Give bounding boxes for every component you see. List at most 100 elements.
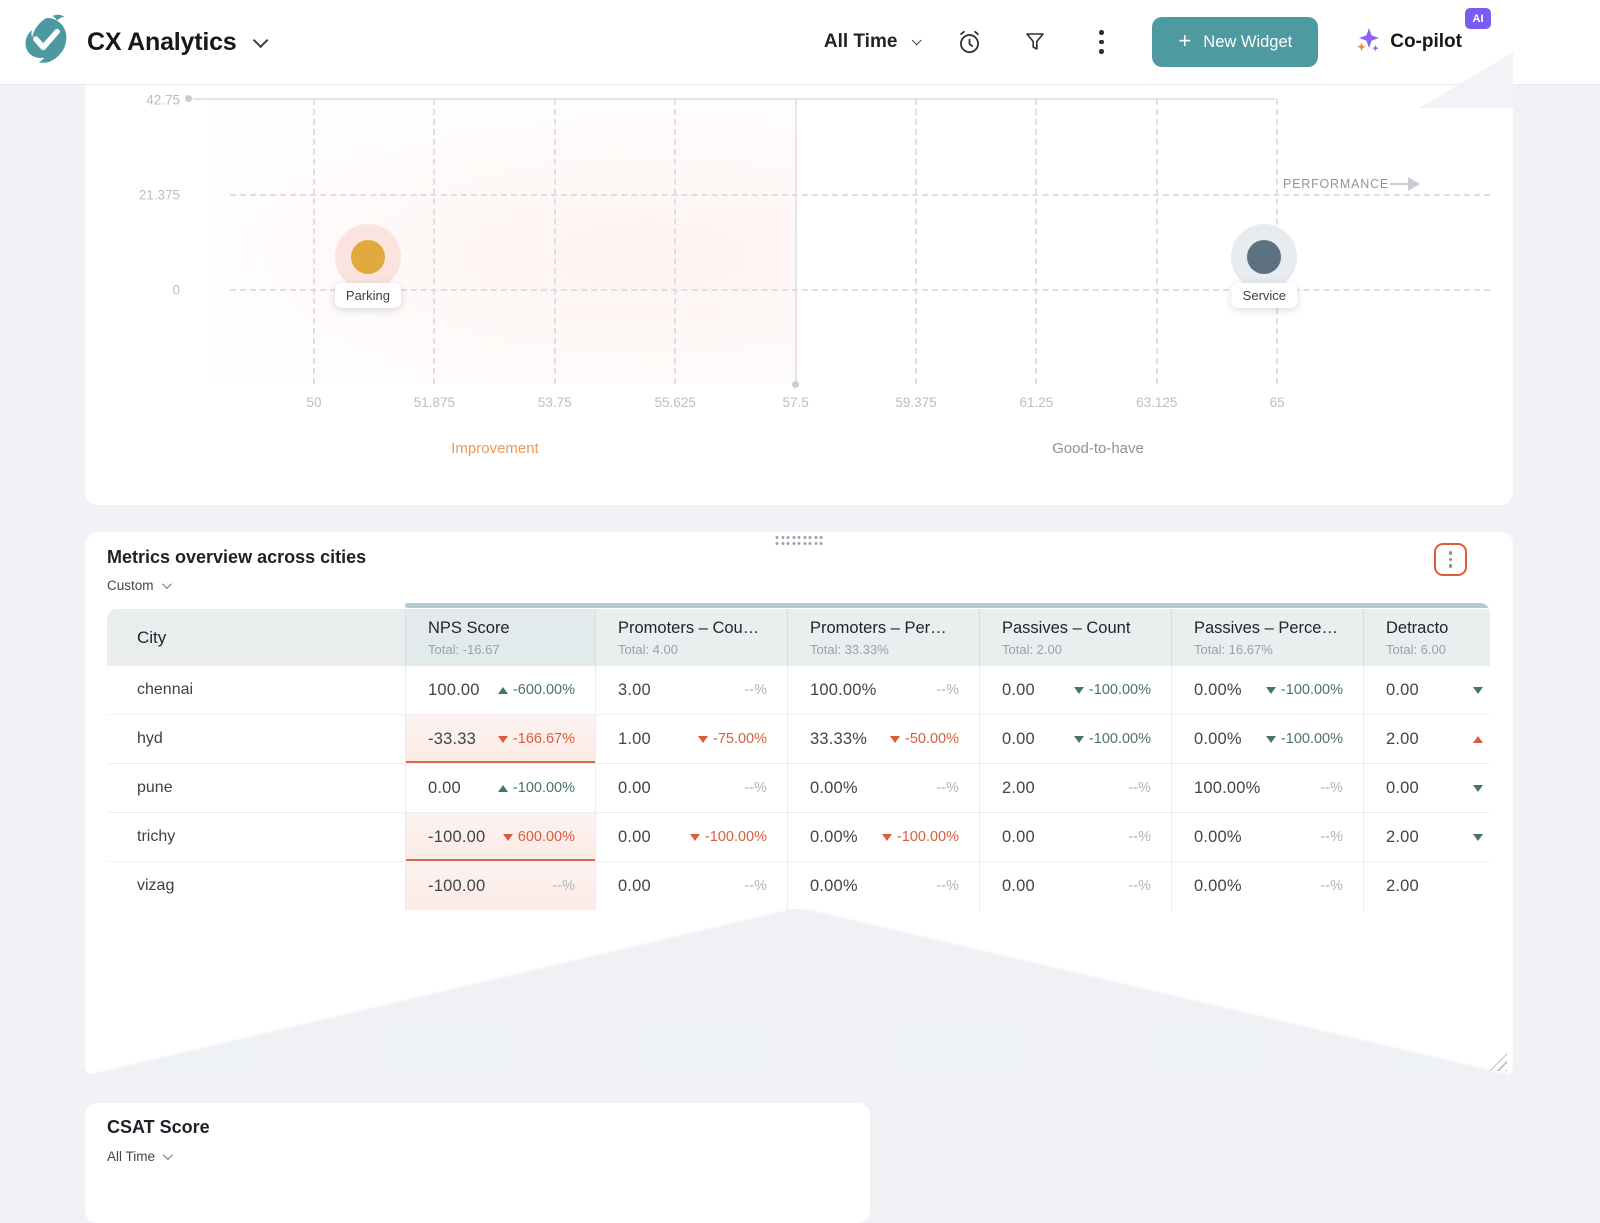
quadrant-divider-line: [794, 99, 797, 384]
metric-value: 2.00: [1386, 827, 1419, 846]
service-data-point[interactable]: [1247, 239, 1282, 274]
csat-filter-dropdown[interactable]: All Time: [107, 1149, 173, 1164]
table-row: chennai 100.00 -600.00% 3.00 --% 100.00% --% 0.…: [107, 666, 1490, 715]
column-header-prom_count[interactable]: Promoters – Cou… Total: 4.00: [595, 609, 787, 666]
metric-value: 3.00: [618, 680, 651, 699]
chevron-down-icon: [161, 579, 172, 590]
widget-menu-button[interactable]: [1434, 543, 1467, 576]
csat-widget-title: CSAT Score: [107, 1117, 210, 1137]
detr-cell: 2.00: [1363, 813, 1490, 861]
column-label: Promoters – Cou…: [618, 619, 760, 637]
trend-up-icon: [1472, 735, 1483, 743]
horizontal-scrollbar[interactable]: [405, 603, 1490, 608]
table-row: hyd -33.33 -166.67% 1.00 -75.00% 33.33% -50.00…: [107, 715, 1490, 764]
x-tick-label: 59.375: [895, 395, 937, 410]
trend-down-icon: [697, 735, 708, 743]
column-header-pass_count[interactable]: Passives – Count Total: 2.00: [979, 609, 1171, 666]
metric-change: -100.00%: [1265, 731, 1343, 747]
x-tick-label: 55.625: [654, 395, 696, 410]
kebab-menu-icon[interactable]: [1086, 27, 1116, 57]
widget-drag-handle[interactable]: [775, 536, 823, 545]
metric-change: --%: [744, 682, 767, 698]
metric-value: 0.00: [1002, 680, 1035, 699]
app-logo-icon: [22, 13, 70, 72]
trend-down-icon: [1472, 833, 1483, 841]
change-percent: -50.00%: [904, 731, 959, 747]
city-cell: pune: [137, 779, 173, 796]
app-header: CX Analytics All Time + New Widget Co-pi…: [0, 0, 1600, 108]
metric-change: -100.00%: [1265, 682, 1343, 698]
metric-change: --%: [936, 780, 959, 796]
metric-change: -50.00%: [889, 731, 959, 747]
metric-change: --%: [1128, 780, 1151, 796]
new-widget-button[interactable]: + New Widget: [1152, 17, 1319, 67]
metric-value: 0.00%: [1194, 680, 1242, 699]
trend-down-icon: [689, 833, 700, 841]
copilot-button[interactable]: Co-pilot: [1354, 26, 1462, 59]
app-brand[interactable]: CX Analytics: [22, 13, 268, 72]
pass_count-cell: 0.00 -100.00%: [979, 666, 1171, 714]
global-time-filter[interactable]: All Time: [824, 31, 922, 53]
nps-cell: -100.00 --%: [405, 862, 595, 910]
column-header-detr[interactable]: Detracto Total: 6.00: [1363, 609, 1490, 666]
filter-funnel-icon[interactable]: [1020, 27, 1050, 57]
x-gridline: [914, 99, 917, 384]
quadrant-label-improvement: Improvement: [451, 440, 539, 457]
metric-value: 0.00: [618, 778, 651, 797]
metric-change: -100.00%: [1073, 731, 1151, 747]
metric-change: -600.00%: [497, 682, 575, 698]
priority-matrix-widget: PERFORMANCE 50 51.875 53.75 55.625 57.5 59.37…: [85, 85, 1513, 505]
metric-value: 0.00: [618, 876, 651, 895]
metric-change: -100.00%: [881, 829, 959, 845]
nps-cell: -100.00 600.00%: [405, 813, 595, 861]
column-header-nps[interactable]: NPS Score Total: -16.67: [405, 609, 595, 666]
prom_pct-cell: 0.00% --%: [787, 764, 979, 812]
metric-value: 33.33%: [810, 729, 868, 748]
change-percent: -100.00%: [1088, 682, 1151, 698]
column-label: Detracto: [1386, 619, 1449, 637]
metric-change: -100.00%: [497, 780, 575, 796]
change-percent: --%: [1128, 829, 1151, 845]
metric-change: -100.00%: [1073, 682, 1151, 698]
pass_pct-cell: 100.00% --%: [1171, 764, 1363, 812]
chevron-down-icon[interactable]: [252, 32, 268, 48]
column-header-prom_pct[interactable]: Promoters – Per… Total: 33.33%: [787, 609, 979, 666]
metric-value: 0.00: [428, 778, 461, 797]
table-row: trichy -100.00 600.00% 0.00 -100.00% 0.00% -10…: [107, 813, 1490, 862]
x-gridline: [313, 99, 315, 384]
column-header-pass_pct[interactable]: Passives – Perce… Total: 16.67%: [1171, 609, 1363, 666]
detr-cell: 0.00: [1363, 764, 1490, 812]
widget-resize-handle[interactable]: [1489, 1053, 1507, 1071]
y-tick-label: 0: [172, 282, 180, 298]
quadrant-label-good-to-have: Good-to-have: [1052, 440, 1144, 457]
city-cell: hyd: [137, 730, 163, 747]
new-widget-label: New Widget: [1203, 32, 1293, 51]
trend-down-icon: [1073, 686, 1084, 694]
metric-value: 1.00: [618, 729, 651, 748]
column-header-city[interactable]: City: [107, 609, 405, 666]
quadrant-chart: 50 51.875 53.75 55.625 57.5 59.375 61.25 63.125…: [85, 85, 1513, 505]
trend-up-icon: [497, 686, 508, 694]
pass_count-cell: 0.00 --%: [979, 862, 1171, 910]
change-percent: 600.00%: [517, 829, 575, 845]
plus-icon: +: [1178, 28, 1192, 53]
change-percent: -100.00%: [896, 829, 959, 845]
metric-value: 100.00%: [810, 680, 877, 699]
change-percent: -600.00%: [512, 682, 575, 698]
metric-change: [1472, 784, 1483, 792]
csat-filter-label: All Time: [107, 1149, 156, 1164]
metric-change: --%: [744, 878, 767, 894]
x-gridline: [1035, 99, 1038, 384]
alarm-clock-icon[interactable]: [954, 27, 984, 57]
metric-value: 2.00: [1002, 778, 1035, 797]
metric-change: -166.67%: [497, 731, 575, 747]
metric-change: -100.00%: [689, 829, 767, 845]
table-header-row: City NPS Score Total: -16.67 Promoters – Co…: [107, 609, 1490, 666]
column-label: City: [137, 627, 167, 647]
sparkle-icon: [1354, 26, 1382, 59]
parking-data-point[interactable]: [350, 240, 385, 275]
change-percent: -100.00%: [1280, 731, 1343, 747]
trend-down-icon: [1472, 784, 1483, 792]
table-filter-dropdown[interactable]: Custom: [107, 578, 172, 593]
trend-up-icon: [497, 784, 508, 792]
